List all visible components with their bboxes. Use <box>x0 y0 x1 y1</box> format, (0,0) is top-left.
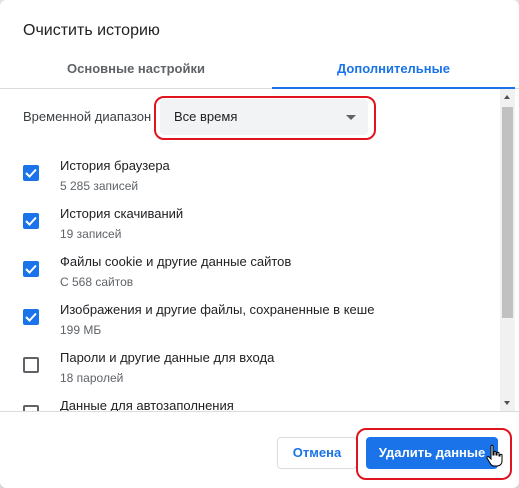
hand-cursor-icon <box>486 444 503 467</box>
dialog-title: Очистить историю <box>23 22 160 39</box>
item-title: Данные для автозаполнения <box>60 398 234 411</box>
item-title: История скачиваний <box>60 206 184 221</box>
item-subtitle: 19 записей <box>60 227 122 241</box>
item-title: Файлы cookie и другие данные сайтов <box>60 254 292 269</box>
checkmark-icon <box>25 312 37 322</box>
scrollbar-thumb[interactable] <box>502 107 513 318</box>
time-range-value: Все время <box>174 109 238 124</box>
checkmark-icon <box>25 264 37 274</box>
list-item[interactable]: Файлы cookie и другие данные сайтов С 568… <box>0 254 500 298</box>
tab-advanced-settings[interactable]: Дополнительные <box>272 52 515 89</box>
list-item[interactable]: Данные для автозаполнения <box>0 398 500 411</box>
item-title: Изображения и другие файлы, сохраненные … <box>60 302 375 317</box>
checkmark-icon <box>25 168 37 178</box>
scroll-up-arrow-icon[interactable] <box>504 95 510 99</box>
scroll-down-arrow-icon[interactable] <box>504 401 510 405</box>
checkmark-icon <box>25 216 37 226</box>
item-subtitle: 18 паролей <box>60 371 124 385</box>
advanced-settings-panel: Временной диапазон Все время История бра… <box>0 89 515 411</box>
tab-advanced-label: Дополнительные <box>337 61 450 76</box>
list-item[interactable]: Пароли и другие данные для входа 18 парол… <box>0 350 500 394</box>
item-title: История браузера <box>60 158 170 173</box>
list-item[interactable]: Изображения и другие файлы, сохраненные … <box>0 302 500 346</box>
cancel-button[interactable]: Отмена <box>277 437 357 469</box>
checkbox[interactable] <box>23 213 39 229</box>
item-title: Пароли и другие данные для входа <box>60 350 275 365</box>
scrollbar[interactable] <box>500 89 515 411</box>
clear-history-dialog: Очистить историю Основные настройки Допо… <box>0 0 519 488</box>
list-item[interactable]: История скачиваний 19 записей <box>0 206 500 250</box>
item-subtitle: 5 285 записей <box>60 179 139 193</box>
checkbox[interactable] <box>23 261 39 277</box>
checkbox[interactable] <box>23 165 39 181</box>
footer-divider <box>0 411 519 412</box>
delete-data-button[interactable]: Удалить данные <box>366 437 498 469</box>
dropdown-arrow-icon <box>346 115 356 120</box>
item-subtitle: С 568 сайтов <box>60 275 134 289</box>
checkbox[interactable] <box>23 357 39 373</box>
checkbox[interactable] <box>23 309 39 325</box>
tab-basic-settings[interactable]: Основные настройки <box>0 52 272 88</box>
tab-bar: Основные настройки Дополнительные <box>0 52 519 89</box>
time-range-label: Временной диапазон <box>23 109 152 124</box>
time-range-select[interactable]: Все время <box>160 99 368 135</box>
list-item[interactable]: История браузера 5 285 записей <box>0 158 500 202</box>
item-subtitle: 199 МБ <box>60 323 102 337</box>
